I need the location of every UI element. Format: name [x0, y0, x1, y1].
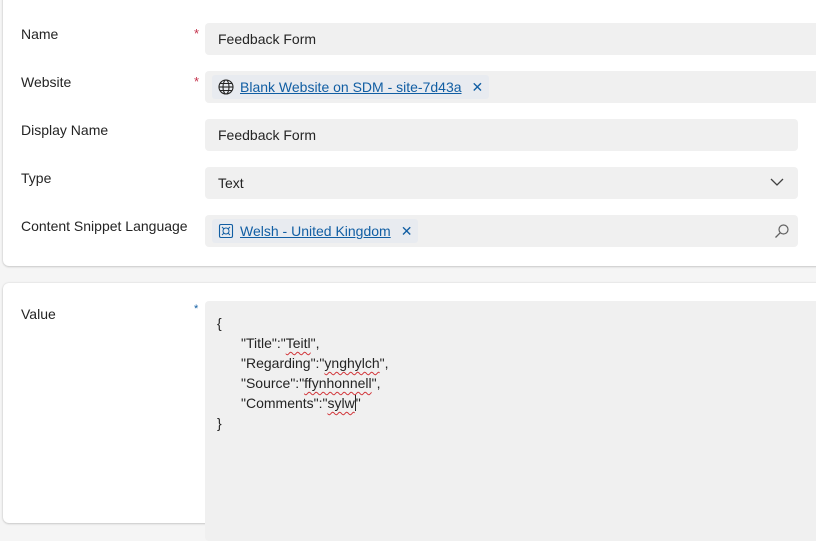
value-textarea[interactable]: { "Title":"Teitl", "Regarding":"ynghylch… — [205, 301, 816, 541]
type-select[interactable]: Text — [205, 167, 798, 199]
spelling-error: Teitl — [285, 335, 311, 351]
code-line-regarding: "Regarding":"ynghylch", — [217, 353, 816, 373]
remove-website-button[interactable]: ✕ — [472, 79, 484, 96]
website-tag: Blank Website on SDM - site-7d43a ✕ — [212, 75, 490, 99]
name-label: Name — [21, 26, 59, 42]
spelling-error: ffynhonnell — [304, 375, 372, 391]
code-close-brace: } — [217, 415, 222, 431]
website-label: Website — [21, 74, 72, 90]
display-name-value: Feedback Form — [218, 127, 317, 143]
display-name-label: Display Name — [21, 122, 109, 138]
code-end: ", — [310, 335, 320, 351]
value-label: Value — [21, 306, 56, 322]
code-open-brace: { — [217, 315, 222, 331]
code-line-source: "Source":"ffynhonnell", — [217, 373, 816, 393]
remove-language-button[interactable]: ✕ — [401, 223, 413, 240]
required-marker: * — [194, 26, 200, 41]
code-key: "Source":" — [241, 375, 305, 391]
code-key: "Regarding":" — [241, 355, 325, 371]
form-card: Name * Feedback Form Website * Blank Web… — [3, 0, 816, 266]
code-end: ", — [379, 355, 389, 371]
name-input[interactable]: Feedback Form — [205, 23, 816, 55]
search-icon[interactable] — [774, 223, 790, 239]
language-record-icon — [218, 223, 234, 239]
code-key: "Comments":" — [241, 395, 328, 411]
website-lookup[interactable]: Blank Website on SDM - site-7d43a ✕ — [205, 71, 816, 103]
display-name-input[interactable]: Feedback Form — [205, 119, 798, 151]
code-end: " — [355, 395, 361, 411]
type-value: Text — [218, 175, 244, 191]
type-label: Type — [21, 170, 52, 186]
language-lookup[interactable]: Welsh - United Kingdom ✕ — [205, 215, 798, 247]
spelling-error: sylw — [327, 395, 355, 411]
chevron-down-icon[interactable] — [770, 177, 784, 187]
code-line-comments: "Comments":"sylw" — [217, 393, 816, 413]
globe-icon — [218, 79, 234, 95]
language-tag: Welsh - United Kingdom ✕ — [212, 219, 419, 243]
required-marker: * — [194, 303, 199, 315]
code-end: ", — [371, 375, 381, 391]
name-value: Feedback Form — [218, 31, 317, 47]
language-label: Content Snippet Language — [21, 218, 188, 234]
website-link[interactable]: Blank Website on SDM - site-7d43a — [240, 79, 462, 95]
code-line-title: "Title":"Teitl", — [217, 333, 816, 353]
value-card: Value * { "Title":"Teitl", "Regarding":"… — [3, 283, 816, 541]
required-marker: * — [194, 74, 200, 89]
spelling-error: ynghylch — [324, 355, 380, 371]
code-key: "Title":" — [241, 335, 286, 351]
language-link[interactable]: Welsh - United Kingdom — [240, 223, 391, 239]
